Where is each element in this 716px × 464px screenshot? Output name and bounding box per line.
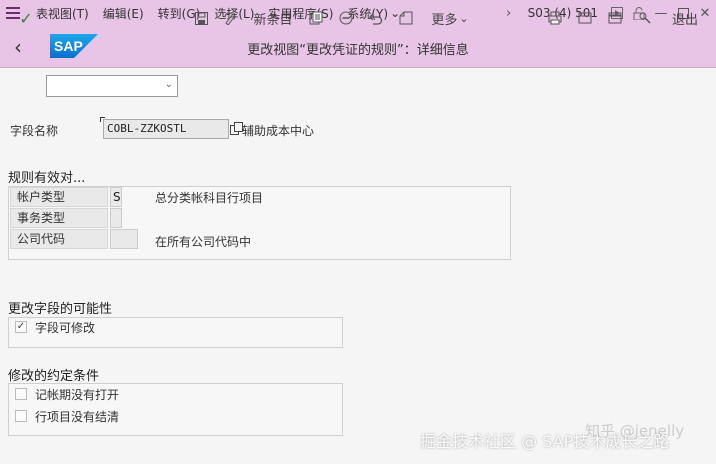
settings-icon[interactable] [634, 6, 656, 30]
window-icon[interactable] [604, 6, 626, 30]
period-not-open-label: 记帐期没有打开 [35, 388, 120, 402]
title-bar: ‹ SAP 更改视图“更改凭证的规则”：详细信息 [0, 26, 716, 68]
company-code-desc: 在所有公司代码中 [155, 235, 252, 249]
account-type-value: S [110, 187, 122, 207]
conditions-section-title: 修改的约定条件 [8, 369, 100, 384]
field-description: 辅助成本中心 [242, 124, 315, 138]
field-modifiable-label: 字段可修改 [35, 321, 96, 335]
field-modifiable-checkbox[interactable]: ✓ [15, 321, 27, 333]
page-title: 更改视图“更改凭证的规则”：详细信息 [247, 43, 469, 58]
account-type-label: 帐户类型 [10, 187, 108, 207]
more-label: 更多 [431, 12, 458, 28]
confirm-check-icon[interactable]: ✓ [14, 6, 38, 30]
modifiable-section-title: 更改字段的可能性 [8, 302, 113, 317]
exit-button[interactable]: 退出 [668, 6, 702, 30]
more-button[interactable]: 更多 ⌄ [430, 6, 470, 30]
print-icon[interactable] [544, 6, 566, 30]
field-name-input[interactable]: COBL-ZZKOSTL [100, 117, 229, 139]
rule-section-title: 规则有效对... [8, 171, 86, 186]
item-not-cleared-checkbox[interactable] [15, 410, 27, 422]
item-not-cleared-label: 行项目没有结清 [35, 410, 120, 424]
transaction-type-value [110, 208, 122, 228]
layout-icon[interactable] [574, 6, 596, 30]
save-icon[interactable] [190, 6, 212, 30]
field-name-label: 字段名称 [10, 124, 59, 138]
transaction-type-label: 事务类型 [10, 208, 108, 228]
company-code-label: 公司代码 [10, 229, 108, 249]
undo-icon[interactable] [366, 6, 386, 30]
watermark-juejin: 掘金技术社区 @ SAP技术成长之路 [420, 432, 670, 451]
copy-as-icon[interactable] [306, 6, 326, 30]
account-type-desc: 总分类帐科目行项目 [155, 191, 264, 205]
new-entries-button[interactable]: 新条目 [252, 6, 294, 30]
company-code-value [110, 229, 138, 249]
delete-icon[interactable] [336, 6, 356, 30]
chevron-down-icon: ⌄ [459, 11, 469, 25]
command-field[interactable]: ⌄ [46, 75, 178, 97]
display-change-icon[interactable] [220, 6, 242, 30]
menu-table-view[interactable]: 表视图(T) [36, 5, 89, 22]
period-not-open-checkbox[interactable] [15, 388, 27, 400]
menu-edit[interactable]: 编辑(E) [103, 5, 144, 22]
chevron-down-icon[interactable]: ⌄ [165, 79, 173, 90]
chevron-right-icon[interactable]: › [498, 0, 520, 26]
select-all-icon[interactable] [396, 6, 416, 30]
